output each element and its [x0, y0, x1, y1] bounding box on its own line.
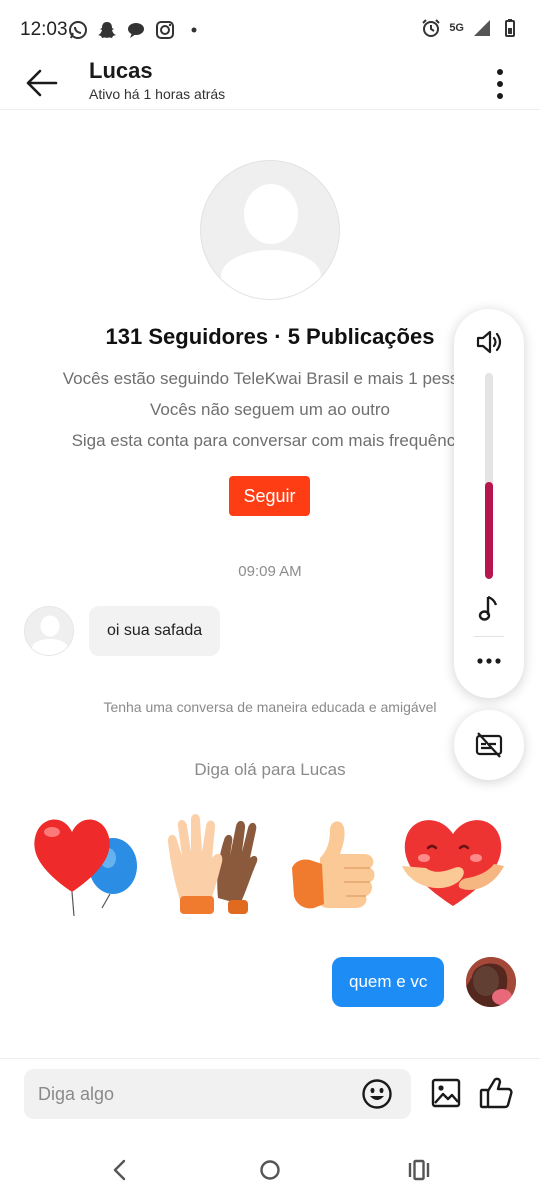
default-user-icon: [221, 184, 321, 299]
status-bar: 12:03 5G: [0, 0, 540, 58]
snapchat-icon: [98, 22, 116, 38]
outgoing-message[interactable]: quem e vc: [332, 957, 445, 1007]
thumbs-up-sticker[interactable]: [284, 808, 394, 918]
conduct-notice: Tenha uma conversa de maneira educada e …: [103, 699, 437, 715]
more-dots-icon[interactable]: [475, 649, 503, 673]
nav-home-icon[interactable]: [258, 1158, 282, 1182]
high-five-sticker[interactable]: [160, 808, 270, 918]
profile-avatar[interactable]: [200, 160, 340, 300]
contact-name[interactable]: Lucas: [89, 58, 153, 84]
incoming-message[interactable]: oi sua safada: [89, 606, 221, 656]
default-user-icon: [32, 615, 68, 655]
volume-divider: [474, 636, 504, 637]
image-icon[interactable]: [430, 1077, 462, 1109]
message-input[interactable]: [38, 1069, 348, 1119]
thumbs-up-icon[interactable]: [478, 1075, 514, 1111]
last-active-status: Ativo há 1 horas atrás: [89, 86, 226, 102]
heart-balloon-sticker[interactable]: [30, 808, 140, 918]
instagram-icon: [156, 21, 174, 39]
chat-bubble-icon: [128, 23, 144, 38]
nav-back-icon[interactable]: [108, 1158, 132, 1182]
volume-panel: [454, 309, 524, 698]
nav-recents-icon[interactable]: [406, 1158, 432, 1182]
whatsapp-icon: [69, 21, 87, 39]
emoji-icon[interactable]: [361, 1078, 393, 1110]
back-arrow-icon[interactable]: [22, 63, 62, 103]
signal-icon: [474, 20, 490, 36]
message-composer: [0, 1058, 540, 1130]
live-caption-button[interactable]: [454, 710, 524, 780]
music-note-icon[interactable]: [477, 593, 501, 623]
volume-level: [485, 482, 493, 579]
notification-icons: [68, 20, 204, 40]
user-photo: [466, 957, 516, 1007]
captions-off-icon: [475, 732, 503, 758]
sender-avatar[interactable]: [24, 606, 74, 656]
my-avatar[interactable]: [466, 957, 516, 1007]
dot-icon: [191, 27, 197, 33]
network-type: 5G: [449, 22, 464, 34]
system-icons: 5G: [421, 18, 520, 38]
alarm-icon: [422, 19, 441, 37]
battery-icon: [505, 19, 515, 37]
status-time: 12:03: [20, 19, 68, 40]
system-navigation-bar: [0, 1140, 540, 1200]
speaker-icon[interactable]: [474, 327, 504, 357]
heart-hug-sticker[interactable]: [398, 808, 508, 918]
more-options-icon[interactable]: [490, 64, 510, 104]
chat-header: Lucas Ativo há 1 horas atrás: [0, 58, 540, 110]
volume-slider[interactable]: [485, 373, 493, 579]
message-input-box: [24, 1069, 411, 1119]
follow-button[interactable]: Seguir: [229, 476, 310, 516]
